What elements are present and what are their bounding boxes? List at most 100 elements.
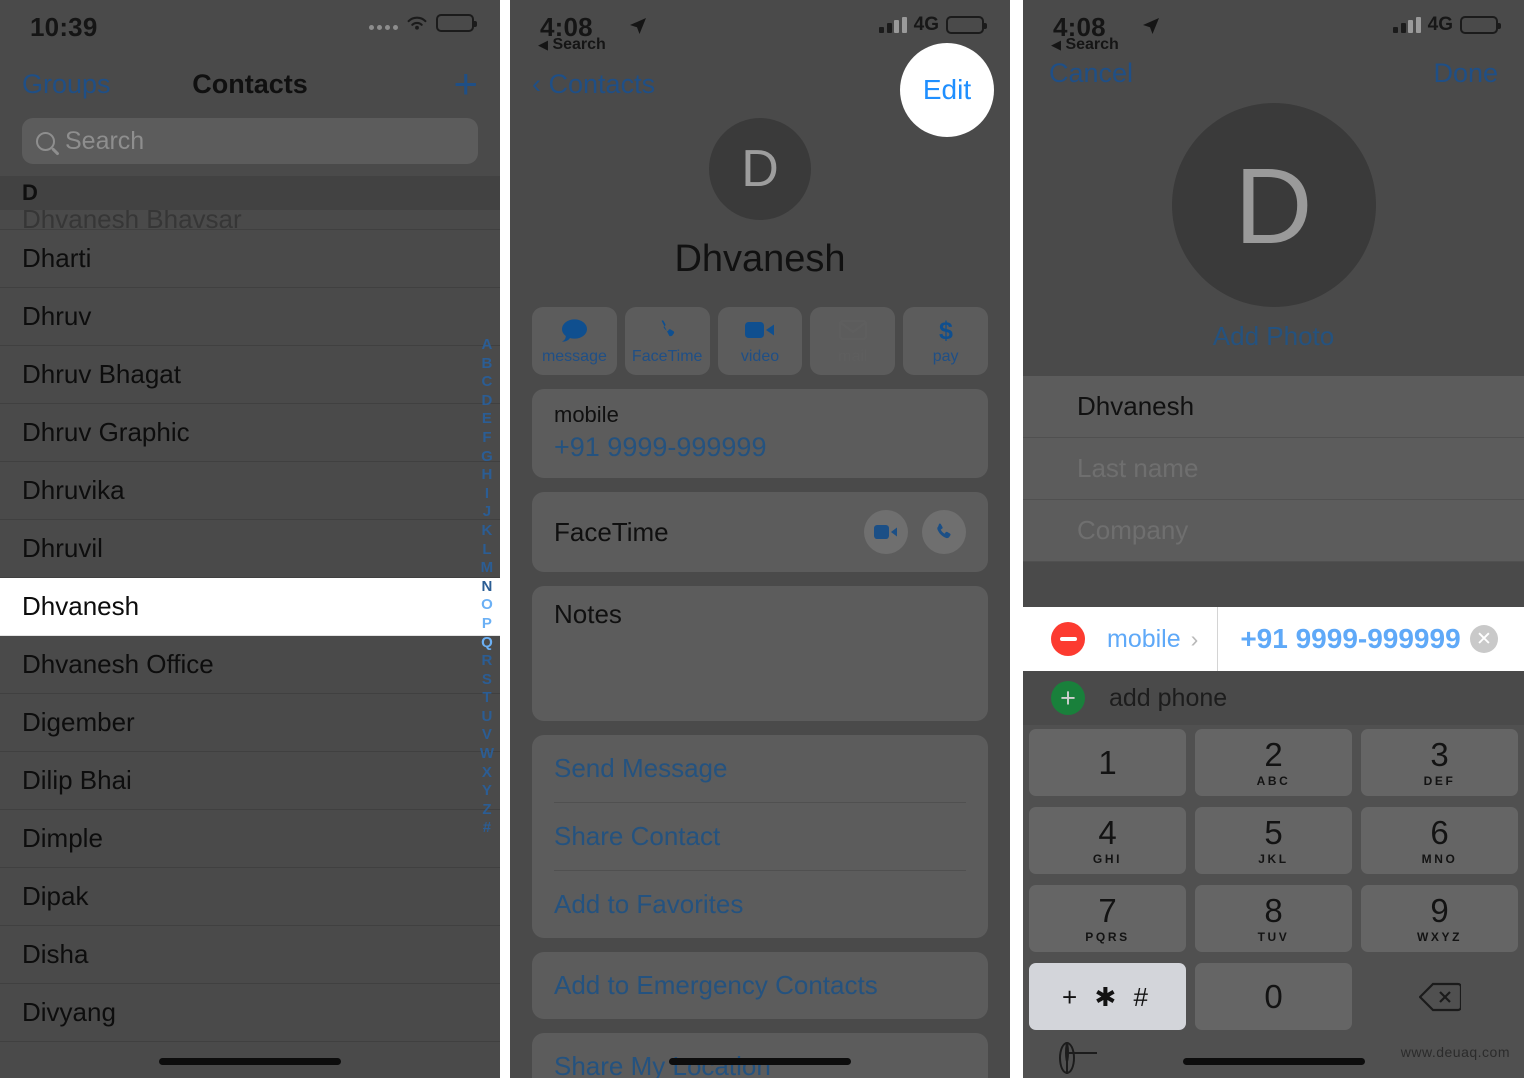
action-send-message[interactable]: Send Message (554, 735, 966, 803)
list-item[interactable]: Disha (0, 926, 500, 984)
alpha-index-u[interactable]: U (481, 708, 492, 727)
alpha-index-e[interactable]: E (482, 410, 492, 429)
back-to-contacts-button[interactable]: ‹ Contacts (532, 69, 655, 100)
list-item[interactable]: Dhruv Graphic (0, 404, 500, 462)
avatar[interactable]: D (1171, 103, 1376, 307)
edit-field-first-name[interactable]: Dhvanesh (1023, 376, 1524, 438)
done-button[interactable]: Done (1433, 58, 1498, 89)
alpha-index-y[interactable]: Y (482, 782, 492, 801)
edit-photo-area: D Add Photo (1023, 103, 1524, 352)
alpha-index-f[interactable]: F (482, 429, 491, 448)
alpha-index-t[interactable]: T (482, 689, 491, 708)
list-item[interactable]: Dhruvil (0, 520, 500, 578)
key-7[interactable]: 7 PQRS (1029, 885, 1186, 952)
action-share-my-location[interactable]: Share My Location (554, 1033, 966, 1078)
network-type-label: 4G (913, 14, 939, 35)
avatar[interactable]: D (709, 118, 811, 220)
back-to-app-link[interactable]: ◀ Search (538, 36, 606, 54)
alpha-index-p[interactable]: P (482, 615, 492, 634)
list-item[interactable]: Dhvanesh (0, 578, 500, 636)
alpha-index-b[interactable]: B (481, 355, 492, 374)
quick-action-pay[interactable]: $ pay (903, 307, 988, 375)
add-phone-row[interactable]: + add phone (1023, 671, 1524, 725)
edit-field-company[interactable]: Company (1023, 500, 1524, 562)
key-0[interactable]: 0 (1195, 963, 1352, 1030)
alpha-index-q[interactable]: Q (481, 634, 493, 653)
status-bar: 4:08 ◀ Search 4G (1023, 0, 1524, 56)
facetime-video-icon[interactable] (864, 510, 908, 554)
key-+✱#[interactable]: + ✱ # (1029, 963, 1186, 1030)
alpha-index-o[interactable]: O (481, 596, 493, 615)
key-6[interactable]: 6 MNO (1361, 807, 1518, 874)
alpha-index-z[interactable]: Z (482, 801, 491, 820)
list-item-clipped[interactable]: Dhvanesh Bhavsar (0, 210, 500, 230)
add-photo-button[interactable]: Add Photo (1213, 321, 1334, 352)
remove-phone-icon[interactable] (1051, 622, 1085, 656)
phone-label: mobile (554, 402, 619, 427)
list-item[interactable]: Divyang (0, 984, 500, 1042)
list-item[interactable]: Dhruvika (0, 462, 500, 520)
key-9[interactable]: 9 WXYZ (1361, 885, 1518, 952)
list-item[interactable]: Digember (0, 694, 500, 752)
groups-button[interactable]: Groups (22, 69, 111, 100)
key-3[interactable]: 3 DEF (1361, 729, 1518, 796)
alpha-index-n[interactable]: N (481, 578, 492, 597)
action-add-to-favorites[interactable]: Add to Favorites (554, 871, 966, 938)
clear-x-icon[interactable]: ✕ (1470, 625, 1498, 653)
facetime-audio-icon[interactable] (922, 510, 966, 554)
key-8[interactable]: 8 TUV (1195, 885, 1352, 952)
quick-action-facetime[interactable]: FaceTime (624, 307, 710, 375)
notes-card[interactable]: Notes (532, 586, 988, 721)
back-to-app-link[interactable]: ◀ Search (1051, 36, 1119, 54)
alpha-index-l[interactable]: L (482, 541, 491, 560)
key-1[interactable]: 1 (1029, 729, 1186, 796)
notes-row[interactable]: Notes (554, 586, 966, 645)
alpha-index-x[interactable]: X (482, 764, 492, 783)
key-4[interactable]: 4 GHI (1029, 807, 1186, 874)
list-item[interactable]: Dharti (0, 230, 500, 288)
list-item[interactable]: Dhvanesh Office (0, 636, 500, 694)
list-item[interactable]: Dhruv (0, 288, 500, 346)
phone-value[interactable]: +91 9999-999999 (554, 432, 966, 463)
list-item[interactable]: Dhruv Bhagat (0, 346, 500, 404)
alpha-index-k[interactable]: K (481, 522, 492, 541)
search-input[interactable]: Search (22, 118, 478, 164)
phone-type-label[interactable]: mobile (1107, 625, 1181, 654)
alpha-index-hash[interactable]: # (483, 819, 491, 838)
edit-button[interactable]: Edit (923, 74, 971, 106)
key-2[interactable]: 2 ABC (1195, 729, 1352, 796)
alpha-index-r[interactable]: R (481, 652, 492, 671)
phone-entry-row[interactable]: mobile › +91 9999-999999 ✕ (1023, 607, 1524, 671)
key-backspace[interactable] (1361, 963, 1518, 1030)
add-contact-icon[interactable]: + (453, 63, 478, 105)
alpha-index-v[interactable]: V (482, 726, 492, 745)
phone-field-row[interactable]: mobile +91 9999-999999 (554, 389, 966, 478)
alpha-index-d[interactable]: D (481, 392, 492, 411)
add-phone-icon[interactable]: + (1051, 681, 1085, 715)
edit-field-last-name[interactable]: Last name (1023, 438, 1524, 500)
quick-action-video[interactable]: video (717, 307, 803, 375)
alpha-index-a[interactable]: A (481, 336, 492, 355)
list-item[interactable]: Dilip Bhai (0, 752, 500, 810)
alpha-index-h[interactable]: H (481, 466, 492, 485)
alpha-index-g[interactable]: G (481, 448, 493, 467)
list-item[interactable]: Dipak (0, 868, 500, 926)
edit-contact-screen: 4:08 ◀ Search 4G Cancel Done D Add Photo… (1023, 0, 1524, 1078)
phone-number-input[interactable]: +91 9999-999999 (1240, 623, 1460, 655)
cellular-bars-icon (1393, 17, 1421, 33)
alpha-index-j[interactable]: J (483, 503, 491, 522)
alpha-index-w[interactable]: W (480, 745, 494, 764)
list-item[interactable]: Dimple (0, 810, 500, 868)
action-share-contact[interactable]: Share Contact (554, 803, 966, 871)
alpha-index-m[interactable]: M (481, 559, 494, 578)
action-add-to-emergency-contacts[interactable]: Add to Emergency Contacts (554, 952, 966, 1019)
field-divider (1217, 607, 1219, 671)
alphabet-index[interactable]: A B C D E F G H I J K L M N O P Q R S T U V W X Y Z # (480, 336, 494, 838)
alpha-index-i[interactable]: I (485, 485, 489, 504)
globe-icon[interactable] (1059, 1042, 1075, 1074)
alpha-index-c[interactable]: C (481, 373, 492, 392)
cancel-button[interactable]: Cancel (1049, 58, 1133, 89)
quick-action-message[interactable]: message (532, 307, 617, 375)
key-5[interactable]: 5 JKL (1195, 807, 1352, 874)
alpha-index-s[interactable]: S (482, 671, 492, 690)
